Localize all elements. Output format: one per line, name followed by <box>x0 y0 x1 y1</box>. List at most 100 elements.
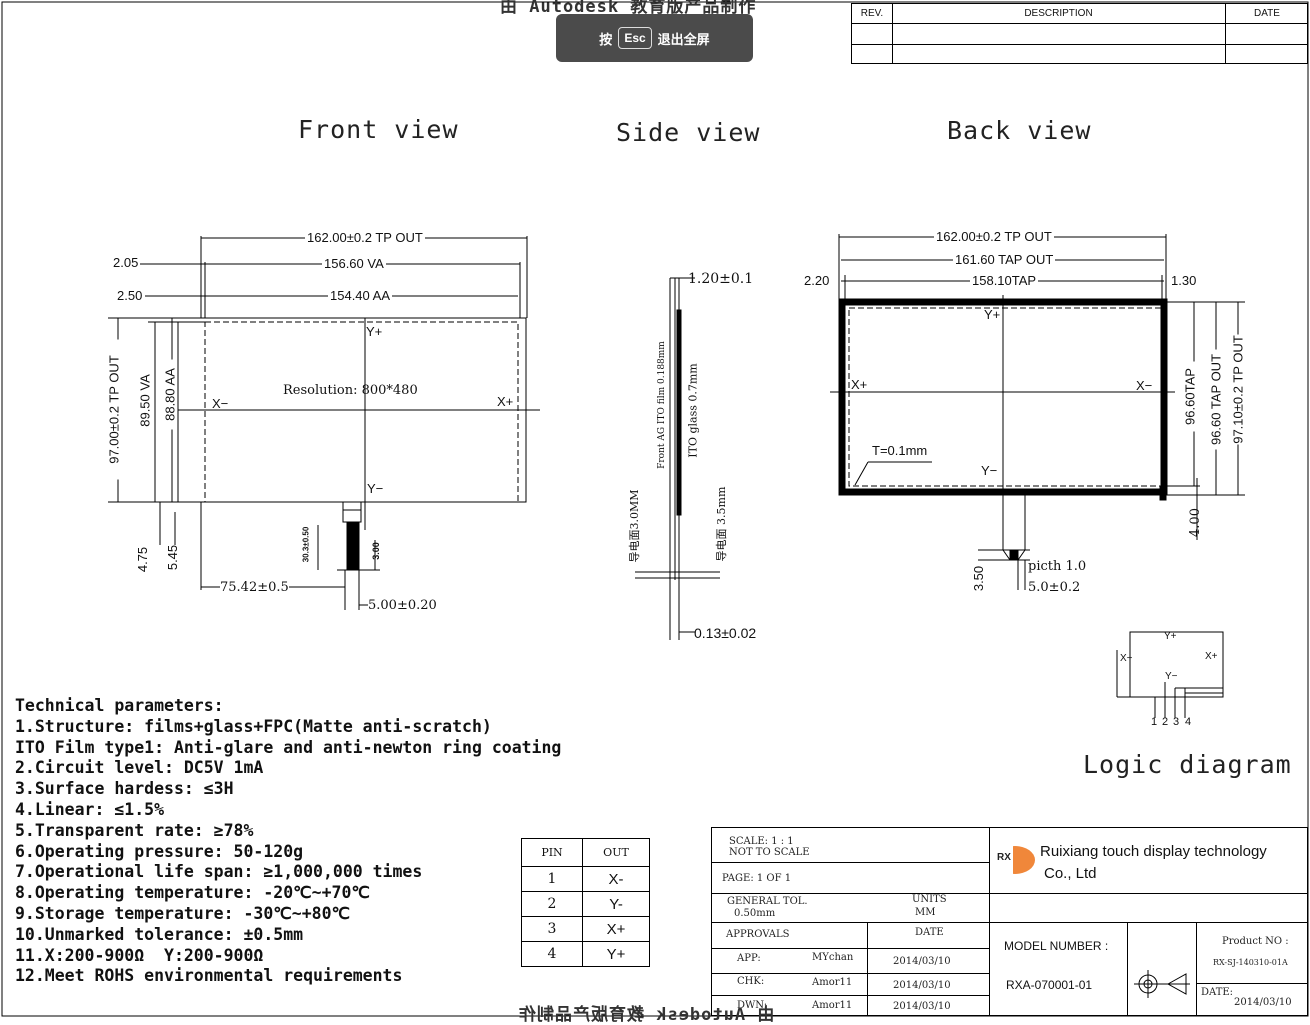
back-220-dim: 2.20 <box>804 273 830 288</box>
logic-yplus: Y+ <box>1164 631 1177 642</box>
esc-key-badge: Esc <box>618 27 652 49</box>
dwn-name: Amor11 <box>812 1000 853 1011</box>
back-view-title: Back view <box>947 116 1092 145</box>
pin-output: Y+ <box>582 941 650 967</box>
projection-symbol-icon <box>1134 970 1190 998</box>
app-date: 2014/03/10 <box>893 956 951 967</box>
company-logo: RX <box>996 852 1012 863</box>
pin-output: X- <box>582 866 650 892</box>
back-yminus-label: Y− <box>981 463 998 478</box>
front-300-dim: 3.00 <box>370 542 381 560</box>
front-3050-dim: 30.3±0.50 <box>301 526 311 563</box>
side-013-dim: 0.13±0.02 <box>694 625 757 641</box>
app-label: APP: <box>737 953 761 964</box>
back-130-dim: 1.30 <box>1171 273 1197 288</box>
chk-date: 2014/03/10 <box>893 980 951 991</box>
date-block-value: 2014/03/10 <box>1234 997 1292 1008</box>
technical-line: 6.Operating pressure: 50-120g <box>15 841 304 861</box>
front-tp-out-dim: 162.00±0.2 TP OUT <box>305 230 425 245</box>
date-block-label: DATE: <box>1201 987 1234 998</box>
rev-header: REV. <box>860 8 884 19</box>
back-yplus-label: Y+ <box>984 307 1001 322</box>
scale-label: SCALE: 1 : 1 <box>729 836 794 847</box>
technical-title: Technical parameters: <box>15 696 224 715</box>
chk-name: Amor11 <box>812 977 853 988</box>
company-name-line2: Co., Ltd <box>1044 865 1097 882</box>
pin-header: PIN <box>521 838 583 867</box>
technical-line: ITO Film type1: Anti-glare and anti-newt… <box>15 737 562 757</box>
logic-pin-3: 3 <box>1173 716 1180 728</box>
front-250-dim: 2.50 <box>117 288 143 303</box>
units-label: UNITS <box>912 894 947 905</box>
technical-line: 2.Circuit level: DC5V 1mA <box>15 758 264 778</box>
tol-value: 0.50mm <box>734 908 776 919</box>
front-aa-v-dim: 88.80 AA <box>162 359 178 430</box>
back-tp-out-dim: 162.00±0.2 TP OUT <box>934 229 1054 244</box>
model-number-value: RXA-070001-01 <box>1006 978 1093 992</box>
product-no-label: Product NO : <box>1222 936 1289 947</box>
back-400-dim: 4.00 <box>1187 508 1203 537</box>
technical-line: 11.X:200-900Ω Y:200-900Ω <box>15 945 264 965</box>
front-475-dim: 4.75 <box>135 546 151 573</box>
table-row: 1 X- <box>521 866 650 892</box>
not-to-scale-label: NOT TO SCALE <box>729 847 810 858</box>
logic-diagram-title: Logic diagram <box>1083 750 1292 779</box>
technical-parameters: Technical parameters: 1.Structure: films… <box>15 696 561 987</box>
technical-line: 10.Unmarked tolerance: ±0.5mm <box>15 924 304 944</box>
company-name-line1: Ruixiang touch display technology <box>1040 843 1267 860</box>
logic-pin-4: 4 <box>1185 716 1192 728</box>
units-value: MM <box>915 907 936 918</box>
front-xplus-label: X+ <box>497 394 514 409</box>
table-row: 3 X+ <box>521 916 650 942</box>
technical-line: 3.Surface hardess: ≤3H <box>15 779 234 799</box>
technical-line: 8.Operating temperature: -20℃~+70℃ <box>15 883 370 903</box>
logic-pin-1: 1 <box>1151 716 1158 728</box>
back-tap-out-dim: 161.60 TAP OUT <box>953 252 1056 267</box>
pin-table: PIN OUT 1 X- 2 Y- 3 X+ 4 Y+ <box>521 838 650 967</box>
exit-fullscreen-hint[interactable]: 按 Esc 退出全屏 <box>556 14 753 62</box>
approvals-label: APPROVALS <box>726 929 790 940</box>
front-va-dim: 156.60 VA <box>322 256 386 271</box>
dwn-date: 2014/03/10 <box>893 1001 951 1012</box>
pin-number: 4 <box>521 941 583 967</box>
technical-line: 1.Structure: films+glass+FPC(Matte anti-… <box>15 716 492 736</box>
side-conductive-2: 导电面 3.5mm <box>715 486 728 562</box>
technical-line: 5.Transparent rate: ≥78% <box>15 820 254 840</box>
front-va-v-dim: 89.50 VA <box>137 365 153 436</box>
back-9660out-dim: 96.60 TAP OUT <box>1208 349 1224 450</box>
technical-line: 4.Linear: ≤1.5% <box>15 799 165 819</box>
back-50-dim: 5.0±0.2 <box>1028 580 1081 595</box>
front-va-outline <box>204 321 519 503</box>
back-tap-dim: 158.10TAP <box>970 273 1039 288</box>
back-pitch-dim: picth 1.0 <box>1028 559 1087 574</box>
front-xminus-label: X− <box>212 396 229 411</box>
front-205-dim: 2.05 <box>113 255 139 270</box>
general-tol-label: GENERAL TOL. <box>727 896 808 907</box>
app-name: MYchan <box>812 952 854 963</box>
side-film-label: Front AG ITO film 0.188mm <box>657 341 667 469</box>
pin-output: X+ <box>582 916 650 942</box>
pin-number: 3 <box>521 916 583 942</box>
product-no-value: RX-SJ-140310-01A <box>1213 958 1288 967</box>
model-number-label: MODEL NUMBER : <box>1004 939 1109 953</box>
date-header: DATE <box>1254 8 1280 19</box>
front-yminus-label: Y− <box>367 481 384 496</box>
front-545-dim: 5.45 <box>165 544 181 571</box>
logic-xplus: X+ <box>1205 651 1218 662</box>
front-view-title: Front view <box>298 115 459 144</box>
back-350-dim: 3.50 <box>971 565 987 592</box>
side-view-title: Side view <box>616 118 761 147</box>
table-row: 4 Y+ <box>521 941 650 967</box>
front-aa-dim: 154.40 AA <box>328 288 392 303</box>
pin-output: Y- <box>582 891 650 917</box>
front-tp-out-v-dim: 97.00±0.2 TP OUT <box>106 339 122 480</box>
side-conductive-1: 导电面3.0MM <box>628 489 641 563</box>
revision-table: REV. DESCRIPTION DATE <box>851 3 1308 64</box>
out-header: OUT <box>582 838 650 867</box>
date-column-label: DATE <box>915 927 944 938</box>
logic-xminus: X− <box>1120 653 1133 664</box>
title-block: SCALE: 1 : 1 NOT TO SCALE PAGE: 1 OF 1 G… <box>711 827 1308 1016</box>
front-yplus-label: Y+ <box>366 324 383 339</box>
pin-number: 2 <box>521 891 583 917</box>
side-glass-label: ITO glass 0.7mm <box>686 363 700 458</box>
